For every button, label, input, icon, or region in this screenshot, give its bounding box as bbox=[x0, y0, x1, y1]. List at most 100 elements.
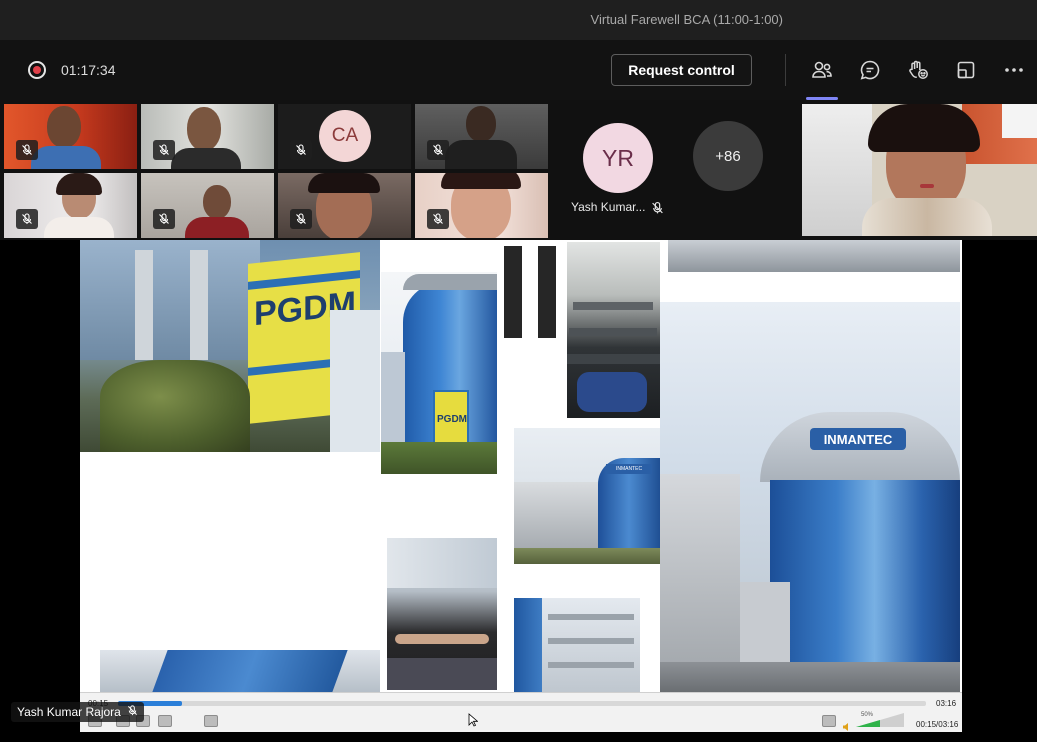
reactions-icon[interactable] bbox=[906, 58, 930, 82]
spotlight-video-tile[interactable] bbox=[802, 104, 1037, 236]
photo-pgdm-building: PGDM bbox=[80, 240, 380, 452]
toolbar-divider bbox=[785, 54, 786, 86]
next-icon[interactable] bbox=[158, 715, 172, 727]
time-counter: 00:15/03:16 bbox=[916, 720, 959, 729]
photo-lab-row bbox=[569, 328, 657, 336]
title-bar: Virtual Farewell BCA (11:00-1:00) bbox=[0, 0, 1037, 40]
participant-hair bbox=[308, 173, 380, 193]
participant-shirt bbox=[31, 146, 101, 169]
photo-glass-facade bbox=[152, 650, 348, 692]
photo-lab-chair bbox=[577, 372, 647, 412]
participant-face bbox=[47, 106, 81, 148]
photo-crowd-gowns bbox=[387, 658, 497, 690]
background-paper bbox=[1002, 104, 1037, 138]
shared-content-stage: PGDM PGDM INMANTEC INMANTEC 03:16 50% 00… bbox=[0, 240, 1037, 742]
seek-bar[interactable] bbox=[118, 701, 926, 706]
participant-video-tile[interactable] bbox=[278, 173, 411, 238]
people-icon[interactable] bbox=[810, 58, 834, 82]
mic-off-icon bbox=[427, 140, 449, 160]
meeting-toolbar: 01:17:34 Request control bbox=[0, 40, 1037, 100]
pause-graphic-left bbox=[504, 246, 522, 338]
participant-video-tile[interactable] bbox=[415, 173, 548, 238]
mouse-cursor-icon bbox=[468, 712, 479, 731]
participant-video-tile[interactable] bbox=[415, 104, 548, 169]
mic-off-icon bbox=[153, 140, 175, 160]
meeting-timer: 01:17:34 bbox=[61, 62, 116, 78]
pause-graphic-right bbox=[538, 246, 556, 338]
mic-off-icon bbox=[290, 209, 312, 229]
photo-glass-facade bbox=[514, 598, 542, 692]
photo-column bbox=[190, 250, 208, 360]
background-wall bbox=[802, 104, 872, 236]
mic-off-icon bbox=[651, 200, 664, 219]
participant-name: Yash Kumar... bbox=[571, 200, 646, 214]
photo-graduation bbox=[387, 538, 497, 690]
photo-floor-line bbox=[548, 638, 634, 644]
building-sign: INMANTEC bbox=[606, 464, 652, 474]
participant-video-tile[interactable] bbox=[4, 104, 137, 169]
photo-crowd-faces bbox=[395, 634, 489, 644]
photo-glass-tower: PGDM bbox=[381, 272, 497, 474]
participant-hair bbox=[441, 173, 521, 189]
photo-glass-facade bbox=[770, 480, 960, 692]
loop-icon[interactable] bbox=[822, 715, 836, 727]
participant-hair bbox=[56, 173, 102, 195]
request-control-button[interactable]: Request control bbox=[611, 54, 752, 86]
mic-off-icon bbox=[16, 209, 38, 229]
more-icon[interactable] bbox=[1002, 58, 1026, 82]
presenter-name: Yash Kumar Rajora bbox=[17, 705, 121, 719]
mic-off-icon bbox=[427, 209, 449, 229]
photo-building-bottom-left bbox=[100, 650, 380, 692]
photo-column bbox=[135, 250, 153, 360]
participant-shirt bbox=[445, 140, 517, 169]
participant-saree bbox=[862, 198, 992, 236]
photo-tower-crown bbox=[403, 274, 497, 290]
photo-building-top bbox=[387, 538, 497, 588]
participant-video-tile[interactable] bbox=[141, 173, 274, 238]
overflow-participants-button[interactable]: +86 bbox=[693, 121, 763, 191]
photo-building-bottom bbox=[514, 598, 640, 692]
photo-side-wing bbox=[660, 474, 740, 692]
shared-slide[interactable]: PGDM PGDM INMANTEC INMANTEC bbox=[80, 240, 962, 692]
participant-face bbox=[187, 107, 221, 151]
duration-time: 03:16 bbox=[936, 699, 957, 708]
share-tray-icon[interactable] bbox=[954, 58, 978, 82]
recording-icon bbox=[28, 61, 46, 79]
photo-computer-lab bbox=[567, 242, 660, 418]
mic-off-icon bbox=[153, 209, 175, 229]
photo-floor-line bbox=[548, 662, 634, 668]
presenter-name-label: Yash Kumar Rajora bbox=[11, 702, 144, 722]
photo-side-building bbox=[381, 352, 405, 442]
photo-side-wing bbox=[514, 482, 598, 548]
participant-avatar-yr[interactable]: YR bbox=[583, 123, 653, 193]
photo-inmantec-building: INMANTEC bbox=[660, 302, 960, 692]
building-sign: INMANTEC bbox=[810, 428, 906, 450]
mic-off-icon bbox=[290, 140, 312, 160]
photo-lab-row bbox=[573, 302, 653, 310]
participant-shirt bbox=[185, 217, 249, 238]
participant-avatar-tile[interactable]: CA bbox=[278, 104, 411, 169]
photo-floor-line bbox=[548, 614, 634, 620]
mic-off-icon bbox=[127, 705, 138, 719]
participant-video-tile[interactable] bbox=[141, 104, 274, 169]
participant-video-tile[interactable] bbox=[4, 173, 137, 238]
mic-off-icon bbox=[16, 140, 38, 160]
participant-gallery: CA YR Yash Kumar... +86 bbox=[0, 100, 1037, 240]
fullscreen-icon[interactable] bbox=[204, 715, 218, 727]
chat-icon[interactable] bbox=[858, 58, 882, 82]
photo-lawn bbox=[381, 442, 497, 474]
photo-building-facade bbox=[80, 240, 260, 360]
photo-panel bbox=[330, 310, 380, 452]
participant-lips bbox=[920, 184, 934, 188]
meeting-title: Virtual Farewell BCA (11:00-1:00) bbox=[590, 12, 783, 27]
participant-shirt bbox=[44, 217, 114, 238]
participant-avatar: CA bbox=[319, 110, 371, 162]
photo-lab-row bbox=[567, 354, 660, 364]
participant-face bbox=[203, 185, 231, 219]
speaker-icon[interactable] bbox=[842, 717, 852, 736]
volume-percent: 50% bbox=[861, 712, 874, 718]
video-player-controls: 00:15 03:16 50% 00:15/03:16 bbox=[80, 692, 962, 732]
participant-hair bbox=[868, 104, 980, 152]
participant-face bbox=[466, 106, 496, 142]
sign-text: PGDM bbox=[437, 414, 467, 425]
